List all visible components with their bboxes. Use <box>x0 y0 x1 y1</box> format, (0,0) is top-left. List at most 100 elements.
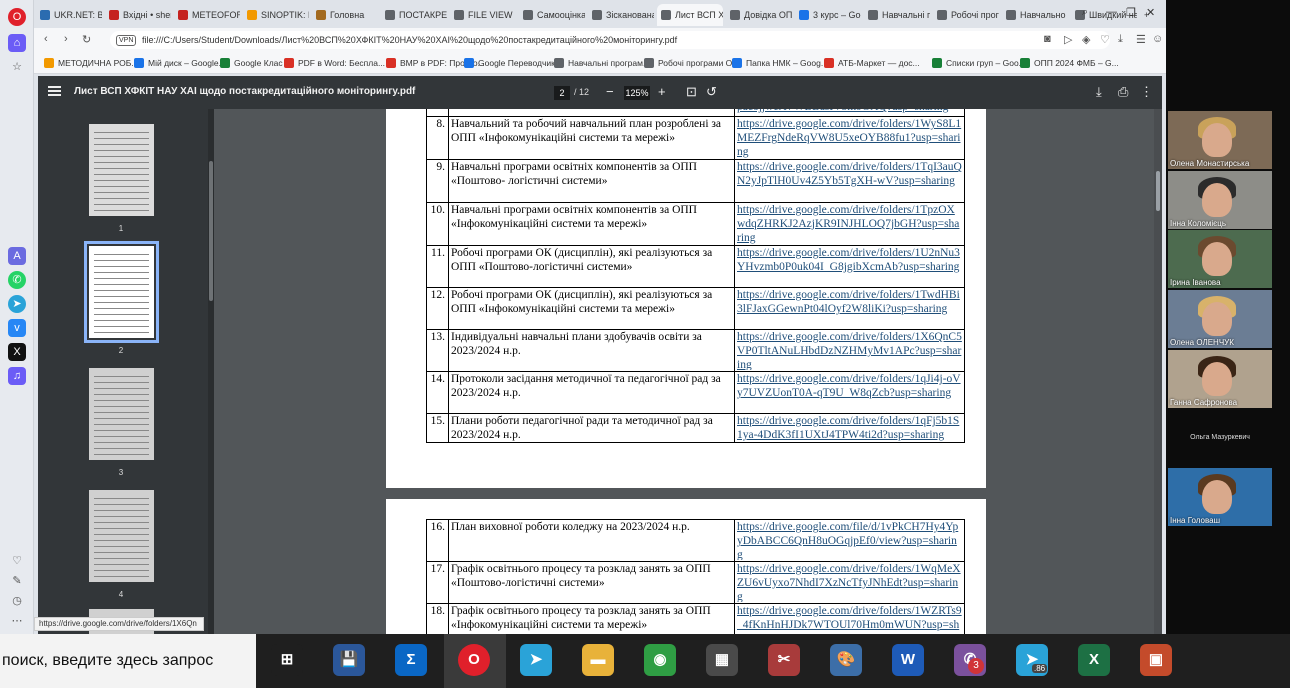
file-explorer-icon[interactable]: ▬ <box>582 644 614 676</box>
page-thumbnail[interactable] <box>89 368 154 460</box>
download-pdf-icon[interactable]: ⤓ <box>1096 84 1102 100</box>
chrome-icon[interactable]: ◉ <box>644 644 676 676</box>
taskbar-search[interactable]: поиск, введите здесь запрос <box>0 634 256 688</box>
presentation-icon[interactable]: ▣ <box>1140 644 1172 676</box>
opera-icon[interactable]: O <box>458 644 490 676</box>
camera-icon[interactable]: ◙ <box>1044 33 1051 45</box>
forward-icon[interactable]: › <box>64 33 68 45</box>
browser-tab[interactable]: SINOPTIK: П <box>243 4 309 26</box>
heart-bookmark-icon[interactable]: ♡ <box>1100 33 1110 46</box>
browser-tab[interactable]: Навчально - <box>1002 4 1068 26</box>
browser-tab[interactable]: Робочі прог <box>933 4 999 26</box>
menu-icon[interactable] <box>48 86 61 96</box>
zoom-in-icon[interactable]: + <box>658 84 666 100</box>
browser-tab[interactable]: Головна <box>312 4 378 26</box>
drive-link[interactable]: https://drive.google.com/drive/folders/1… <box>734 329 965 372</box>
save-app-icon[interactable]: 💾 <box>333 644 365 676</box>
drive-link-text[interactable]: https://drive.google.com/drive/folders/1… <box>737 562 962 602</box>
home-icon[interactable]: ⌂ <box>8 34 26 52</box>
telegram-icon[interactable]: ➤ <box>520 644 552 676</box>
browser-tab[interactable]: Самооцінка <box>519 4 585 26</box>
bookmark-item[interactable]: Списки груп – Goo... <box>932 56 1026 70</box>
reload-icon[interactable]: ↻ <box>82 33 91 46</box>
paint-icon[interactable]: 🎨 <box>830 644 862 676</box>
participant-tile[interactable]: Інна Головаш <box>1168 468 1272 526</box>
drive-link[interactable]: https://drive.google.com/drive/folders/1… <box>734 245 965 288</box>
heart-icon[interactable]: ♡ <box>8 552 26 570</box>
browser-tab[interactable]: Зісканована <box>588 4 654 26</box>
participant-tile[interactable]: Олена Монастирська <box>1168 111 1272 169</box>
drive-link[interactable]: https://drive.google.com/drive/folders/1… <box>734 287 965 330</box>
history-icon[interactable]: ◷ <box>8 592 26 610</box>
task-view-icon[interactable]: ⊞ <box>271 644 303 676</box>
drive-link-text[interactable]: https://drive.google.com/drive/folders/1… <box>737 288 962 316</box>
page-number-input[interactable]: 2 <box>554 86 570 100</box>
send-icon[interactable]: ▷ <box>1064 33 1072 46</box>
x-icon[interactable]: X <box>8 343 26 361</box>
thumbnail-scrollbar[interactable] <box>208 109 214 634</box>
aria-icon[interactable]: A <box>8 247 26 265</box>
restore-icon[interactable]: ❐ <box>1126 6 1136 19</box>
drive-link-text[interactable]: https://drive.google.com/drive/folders/1… <box>737 203 962 244</box>
more-options-icon[interactable]: ⋮ <box>1140 84 1153 100</box>
calculator-icon[interactable]: ▦ <box>706 644 738 676</box>
bookmark-item[interactable]: Google Клас <box>220 56 283 70</box>
drive-link[interactable]: https://drive.google.com/file/d/1vPkCH7H… <box>734 519 965 562</box>
bookmark-item[interactable]: Папка НМК – Goog... <box>732 56 828 70</box>
pdf-viewport[interactable]: 1 2 3 4 pacojjweAVWBBasF7bm9OAQ?usp=sharing… <box>38 109 1162 634</box>
browser-tab[interactable]: Навчальні п <box>864 4 930 26</box>
browser-tab[interactable]: UKR.NET: Во <box>36 4 102 26</box>
participant-tile[interactable]: Ірина Іванова <box>1168 230 1272 288</box>
url-field[interactable]: VPN file:///C:/Users/Student/Downloads/Л… <box>110 31 1110 49</box>
drive-link-text[interactable]: https://drive.google.com/drive/folders/1… <box>737 117 962 158</box>
browser-tab[interactable]: 3 курс – Goo <box>795 4 861 26</box>
player-icon[interactable]: ♫ <box>8 367 26 385</box>
drive-link[interactable]: https://drive.google.com/drive/folders/1… <box>734 159 965 203</box>
drive-link-text[interactable]: pacojjweAVWBBasF7bm9OAQ?usp=sharing <box>737 109 962 114</box>
zoom-input[interactable]: 125% <box>624 86 650 100</box>
bookmark-item[interactable]: АТБ-Маркет — дос... <box>824 56 920 70</box>
main-scrollbar[interactable] <box>1154 109 1162 634</box>
opera-logo-icon[interactable]: O <box>8 8 26 26</box>
shield-icon[interactable]: ◈ <box>1082 33 1090 46</box>
bookmark-item[interactable]: Робочі програми О... <box>644 56 739 70</box>
speed-dial-icon[interactable]: ☆ <box>8 58 26 76</box>
print-icon[interactable]: ⎙ <box>1118 84 1128 100</box>
back-icon[interactable]: ‹ <box>44 33 48 45</box>
drive-link[interactable]: https://drive.google.com/drive/folders/1… <box>734 603 965 634</box>
excel-icon[interactable]: X <box>1078 644 1110 676</box>
more-icon[interactable]: ⋯ <box>8 612 26 630</box>
browser-tab[interactable]: Вхідні • sher <box>105 4 171 26</box>
bookmark-item[interactable]: PDF в Word: Беспла... <box>284 56 385 70</box>
browser-tab[interactable]: Лист ВСП ХФКІТ НАУ <box>657 4 723 26</box>
page-thumbnail[interactable] <box>84 241 159 343</box>
drive-link[interactable]: https://drive.google.com/drive/folders/1… <box>734 413 965 443</box>
bookmark-item[interactable]: Навчальні програм... <box>554 56 650 70</box>
bookmark-item[interactable]: ОПП 2024 ФМБ – G... <box>1020 56 1119 70</box>
drive-link-text[interactable]: https://drive.google.com/drive/folders/1… <box>737 372 962 400</box>
zoom-out-icon[interactable]: − <box>606 84 614 100</box>
profile-icon[interactable]: ☺ <box>1152 33 1163 45</box>
drive-link-text[interactable]: https://drive.google.com/file/d/1vPkCH7H… <box>737 520 962 560</box>
sigma-app-icon[interactable]: Σ <box>395 644 427 676</box>
participant-tile[interactable]: Олена ОЛЕНЧУК <box>1168 290 1272 348</box>
drive-link[interactable]: https://drive.google.com/drive/folders/1… <box>734 116 965 160</box>
download-icon[interactable]: ⤓ <box>1118 33 1123 46</box>
page-thumbnail[interactable] <box>89 490 154 582</box>
snipping-icon[interactable]: ✂ <box>768 644 800 676</box>
participant-tile[interactable]: Ганна Сафронова <box>1168 350 1272 408</box>
drive-link-text[interactable]: https://drive.google.com/drive/folders/1… <box>737 160 962 188</box>
participant-tile[interactable]: Інна Коломієць <box>1168 171 1272 229</box>
bookmark-item[interactable]: Мій диск – Google... <box>134 56 226 70</box>
drive-link-text[interactable]: https://drive.google.com/drive/folders/1… <box>737 246 962 274</box>
browser-tab[interactable]: METEOFOR: 1 <box>174 4 240 26</box>
whatsapp-icon[interactable]: ✆ <box>8 271 26 289</box>
rotate-icon[interactable]: ↺ <box>706 84 717 100</box>
drive-link[interactable]: https://drive.google.com/drive/folders/1… <box>734 371 965 414</box>
page-thumbnail[interactable] <box>89 124 154 216</box>
edit-icon[interactable]: ✎ <box>8 572 26 590</box>
vpn-badge[interactable]: VPN <box>116 35 137 46</box>
extensions-icon[interactable]: ☰ <box>1136 33 1146 46</box>
drive-link[interactable]: https://drive.google.com/drive/folders/1… <box>734 202 965 246</box>
drive-link[interactable]: https://drive.google.com/drive/folders/1… <box>734 561 965 604</box>
